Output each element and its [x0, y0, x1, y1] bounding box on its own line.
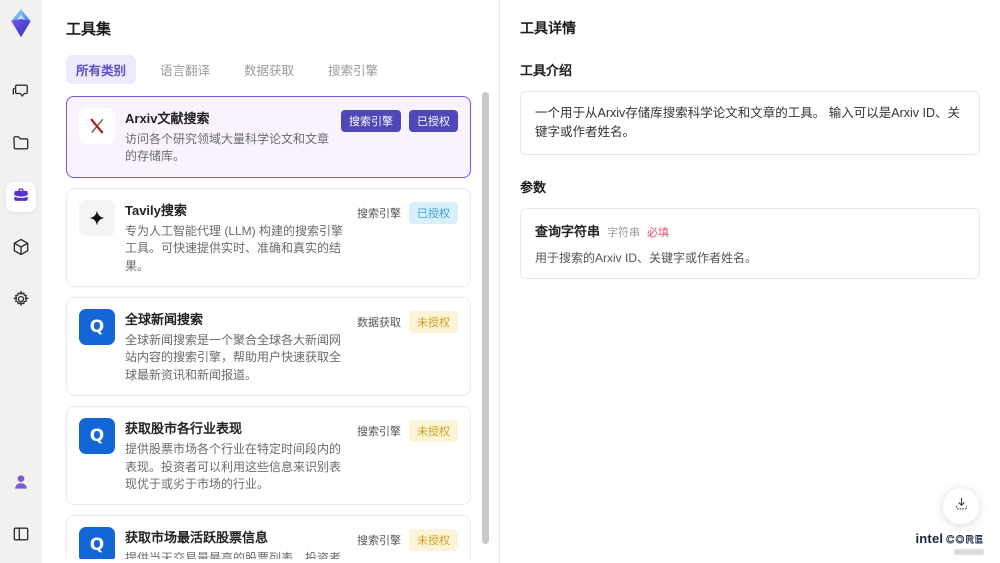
tab-label: 所有类别	[76, 64, 127, 78]
sidebar-item-collapse[interactable]	[6, 521, 36, 551]
sidebar-item-profile[interactable]	[6, 469, 36, 499]
cube-icon	[11, 237, 31, 262]
auth-status-badge: 已授权	[409, 201, 458, 224]
core-brand-text: CORE	[946, 533, 984, 546]
arxiv-icon	[79, 108, 115, 144]
intro-text-box: 一个用于从Arxiv存储库搜索科学论文和文章的工具。 输入可以是Arxiv ID…	[520, 91, 980, 155]
tool-description: 提供当天交易量最高的股票列表，投资者可以利用这些信息来识别流动性强的股票和潜在的…	[125, 551, 342, 559]
sidebar-item-files[interactable]	[6, 130, 36, 160]
category-tabs: 所有类别 语言翻译 数据获取 搜索引擎	[66, 55, 499, 84]
tool-list: Arxiv文献搜索 访问各个研究领域大量科学论文和文章的存储库。 搜索引擎 已授…	[66, 96, 499, 559]
category-badge: 搜索引擎	[357, 426, 401, 439]
page-title: 工具集	[66, 21, 112, 38]
q-news-icon: Q	[79, 418, 115, 455]
auth-status-badge: 已授权	[409, 110, 458, 132]
panel-toggle-icon	[11, 524, 31, 549]
scrollbar-thumb[interactable]	[482, 92, 489, 544]
tool-list-panel: 工具集 所有类别 语言翻译 数据获取 搜索引擎 Arxiv文献搜索 访问各个研究…	[42, 0, 500, 563]
intel-logo-sub	[954, 549, 984, 555]
download-icon	[953, 495, 970, 517]
category-badge: 搜索引擎	[357, 207, 401, 220]
intro-heading: 工具介绍	[520, 63, 573, 78]
category-badge: 搜索引擎	[341, 110, 401, 132]
parameter-type: 字符串	[607, 226, 641, 239]
tool-description: 专为人工智能代理 (LLM) 构建的搜索引擎工具。可快速提供实时、准确和真实的结…	[125, 223, 344, 273]
parameter-required-badge: 必填	[647, 226, 670, 239]
sidebar-item-chat[interactable]	[6, 78, 36, 108]
parameter-header: 查询字符串 字符串 必填	[535, 221, 965, 240]
category-badge: 数据获取	[357, 316, 401, 329]
tool-card[interactable]: Arxiv文献搜索 访问各个研究领域大量科学论文和文章的存储库。 搜索引擎 已授…	[66, 96, 471, 178]
tab-label: 搜索引擎	[328, 64, 379, 78]
category-tab-0[interactable]: 所有类别	[66, 55, 137, 84]
parameter-name: 查询字符串	[535, 223, 601, 239]
tool-card[interactable]: Tavily搜索 专为人工智能代理 (LLM) 构建的搜索引擎工具。可快速提供实…	[66, 187, 471, 287]
tool-name: 获取市场最活跃股票信息	[125, 530, 269, 546]
app-logo-icon	[8, 8, 34, 38]
sidebar-item-settings[interactable]	[6, 286, 36, 316]
intel-brand-text: intel	[915, 530, 944, 546]
sidebar-item-toolbox[interactable]	[6, 182, 36, 212]
intel-core-logo: intel CORE	[915, 530, 984, 555]
tool-body: 全球新闻搜索 全球新闻搜索是一个聚合全球各大新闻网站内容的搜索引擎，帮助用户快速…	[125, 309, 347, 384]
tool-body: 获取股市各行业表现 提供股票市场各个行业在特定时间段内的表现。投资者可以利用这些…	[125, 418, 347, 493]
tool-name: 获取股市各行业表现	[125, 421, 243, 437]
gear-icon	[11, 289, 31, 314]
user-icon	[11, 472, 31, 497]
category-tab-3[interactable]: 搜索引擎	[318, 55, 388, 84]
auth-status-badge: 未授权	[409, 529, 458, 552]
tool-card[interactable]: Q 获取股市各行业表现 提供股票市场各个行业在特定时间段内的表现。投资者可以利用…	[66, 406, 471, 506]
tool-body: Tavily搜索 专为人工智能代理 (LLM) 构建的搜索引擎工具。可快速提供实…	[125, 200, 347, 275]
tool-description: 提供股票市场各个行业在特定时间段内的表现。投资者可以利用这些信息来识别表现优于或…	[125, 442, 342, 491]
icon-rail	[0, 0, 42, 563]
category-tab-2[interactable]: 数据获取	[234, 55, 304, 84]
detail-title: 工具详情	[520, 20, 576, 36]
tool-detail-panel: 工具详情 工具介绍 一个用于从Arxiv存储库搜索科学论文和文章的工具。 输入可…	[500, 0, 1000, 563]
download-button[interactable]	[942, 487, 980, 525]
tab-label: 数据获取	[244, 64, 295, 78]
tool-card[interactable]: Q 全球新闻搜索 全球新闻搜索是一个聚合全球各大新闻网站内容的搜索引擎，帮助用户…	[66, 296, 471, 397]
tool-description: 全球新闻搜索是一个聚合全球各大新闻网站内容的搜索引擎，帮助用户快速获取全球最新资…	[125, 332, 342, 382]
category-badge: 搜索引擎	[357, 535, 401, 548]
tool-body: Arxiv文献搜索 访问各个研究领域大量科学论文和文章的存储库。	[125, 108, 331, 166]
tool-name: Tavily搜索	[125, 202, 187, 218]
tab-label: 语言翻译	[160, 64, 211, 78]
scrollbar-track[interactable]	[482, 92, 489, 555]
category-tab-1[interactable]: 语言翻译	[150, 55, 220, 84]
tool-tags: 搜索引擎 未授权	[357, 529, 458, 552]
q-news-icon: Q	[79, 527, 115, 559]
parameter-description: 用于搜索的Arxiv ID、关键字或作者姓名。	[535, 250, 758, 265]
tool-name: Arxiv文献搜索	[125, 111, 210, 126]
tool-tags: 搜索引擎 已授权	[357, 201, 458, 224]
app-window: 工具集 所有类别 语言翻译 数据获取 搜索引擎 Arxiv文献搜索 访问各个研究…	[0, 0, 1000, 563]
tool-tags: 搜索引擎 已授权	[341, 110, 458, 132]
folder-icon	[11, 133, 31, 158]
tavily-star-icon	[79, 199, 115, 236]
tool-body: 获取市场最活跃股票信息 提供当天交易量最高的股票列表，投资者可以利用这些信息来识…	[125, 527, 347, 559]
sidebar-item-packages[interactable]	[6, 234, 36, 264]
tool-tags: 数据获取 未授权	[357, 310, 458, 333]
tool-description: 访问各个研究领域大量科学论文和文章的存储库。	[125, 132, 330, 164]
params-heading: 参数	[520, 179, 547, 195]
tool-card[interactable]: Q 获取市场最活跃股票信息 提供当天交易量最高的股票列表，投资者可以利用这些信息…	[66, 515, 471, 559]
tool-tags: 搜索引擎 未授权	[357, 420, 458, 443]
tool-name: 全球新闻搜索	[125, 311, 204, 327]
toolbox-icon	[11, 185, 31, 210]
chat-icon	[11, 81, 31, 106]
auth-status-badge: 未授权	[409, 310, 458, 333]
auth-status-badge: 未授权	[409, 420, 458, 443]
q-news-icon: Q	[79, 308, 115, 345]
parameter-card: 查询字符串 字符串 必填 用于搜索的Arxiv ID、关键字或作者姓名。	[520, 207, 980, 279]
